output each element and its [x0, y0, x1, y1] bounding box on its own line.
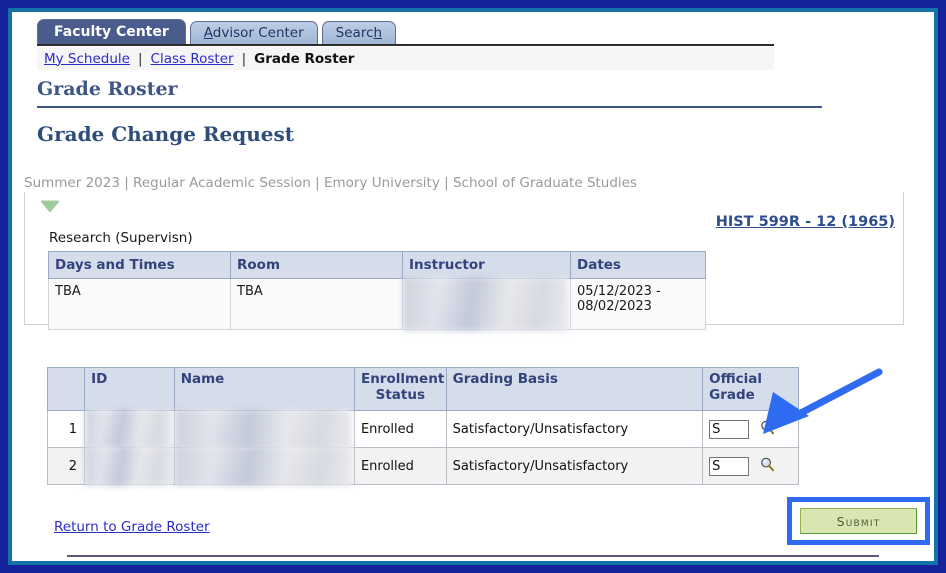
redaction-blur — [174, 446, 352, 486]
redaction-blur — [174, 409, 352, 449]
submit-button[interactable]: Submit — [800, 508, 917, 534]
roster-cell-official-grade — [702, 447, 799, 485]
tab-advisor-center-label: dvisor Center — [212, 25, 304, 41]
roster-cell-rownum: 2 — [46, 447, 86, 485]
course-link[interactable]: HIST 599R - 12 (1965) — [716, 214, 895, 230]
roster-header-name: Name — [173, 367, 355, 411]
redaction-blur — [85, 409, 172, 449]
redaction-blur — [85, 446, 172, 486]
magnifier-icon[interactable] — [760, 420, 775, 439]
breadcrumb-separator: | — [137, 50, 143, 67]
tab-advisor-center[interactable]: Advisor Center — [189, 21, 318, 45]
tab-search[interactable]: Search — [321, 21, 397, 45]
roster-cell-id-redacted — [84, 446, 175, 486]
meeting-table-row: TBA TBA 05/12/2023 - 08/02/2023 — [48, 277, 706, 331]
table-row: 2 Enrolled Satisfactory/Unsatisfactory — [46, 446, 799, 486]
tab-search-accesskey: h — [373, 25, 383, 41]
breadcrumb-current-grade-roster: Grade Roster — [254, 50, 355, 67]
meeting-table-header-row: Days and Times Room Instructor Dates — [48, 251, 706, 279]
breadcrumb-link-class-roster[interactable]: Class Roster — [146, 51, 239, 67]
meeting-header-instructor: Instructor — [402, 251, 571, 279]
roster-cell-enrollment-status: Enrolled — [353, 447, 447, 485]
tab-search-label: Searc — [335, 25, 374, 41]
section-title: Grade Change Request — [37, 122, 294, 146]
official-grade-input[interactable] — [709, 419, 750, 439]
roster-header-id: ID — [84, 367, 175, 411]
breadcrumb-link-my-schedule[interactable]: My Schedule — [39, 51, 135, 67]
table-row: 1 Enrolled Satisfactory/Unsatisfactory — [46, 409, 799, 449]
redaction-blur — [403, 277, 568, 331]
roster-cell-official-grade — [702, 410, 799, 448]
roster-cell-name-redacted — [173, 446, 355, 486]
meeting-info-table: Days and Times Room Instructor Dates TBA… — [48, 251, 706, 331]
breadcrumb: My Schedule | Class Roster | Grade Roste… — [37, 47, 774, 70]
official-grade-input[interactable] — [709, 456, 750, 476]
roster-header-grading-basis: Grading Basis — [445, 367, 704, 411]
tab-faculty-center[interactable]: Faculty Center — [37, 19, 186, 45]
roster-header-official-grade: Official Grade — [702, 367, 799, 411]
roster-cell-rownum: 1 — [46, 410, 86, 448]
meeting-header-dates: Dates — [570, 251, 706, 279]
tab-bar-underline — [37, 44, 774, 46]
annotation-highlight-box: Submit — [787, 497, 930, 545]
roster-cell-id-redacted — [84, 409, 175, 449]
roster-header-row: ID Name Enrollment Status Grading Basis … — [46, 367, 799, 411]
breadcrumb-separator: | — [241, 50, 247, 67]
tab-advisor-center-accesskey: A — [203, 25, 213, 41]
meeting-cell-dates: 05/12/2023 - 08/02/2023 — [570, 278, 706, 330]
grade-roster-table: ID Name Enrollment Status Grading Basis … — [46, 367, 799, 486]
meeting-header-room: Room — [230, 251, 403, 279]
meeting-cell-room: TBA — [230, 278, 403, 330]
roster-cell-name-redacted — [173, 409, 355, 449]
page-title: Grade Roster — [37, 78, 822, 108]
roster-header-enrollment-status: Enrollment Status — [353, 367, 447, 411]
roster-cell-grading-basis: Satisfactory/Unsatisfactory — [445, 447, 704, 485]
bottom-divider — [67, 555, 879, 557]
roster-cell-enrollment-status: Enrolled — [353, 410, 447, 448]
roster-header-rownum — [46, 367, 86, 411]
return-to-grade-roster-link[interactable]: Return to Grade Roster — [54, 519, 210, 535]
screenshot-root: Faculty Center Advisor Center Search My … — [0, 0, 946, 573]
page-content: Faculty Center Advisor Center Search My … — [12, 12, 934, 561]
roster-cell-grading-basis: Satisfactory/Unsatisfactory — [445, 410, 704, 448]
tab-faculty-center-label: Faculty Center — [54, 24, 169, 40]
triangle-down-icon[interactable] — [41, 201, 59, 212]
meeting-header-days-and-times: Days and Times — [48, 251, 231, 279]
meeting-cell-instructor-redacted — [402, 277, 571, 331]
course-info-panel: HIST 599R - 12 (1965) Research (Supervis… — [24, 192, 904, 331]
tab-bar: Faculty Center Advisor Center Search — [37, 19, 397, 45]
course-component-label: Research (Supervisn) — [49, 230, 193, 246]
magnifier-icon[interactable] — [760, 457, 775, 476]
meeting-cell-days-and-times: TBA — [48, 278, 231, 330]
